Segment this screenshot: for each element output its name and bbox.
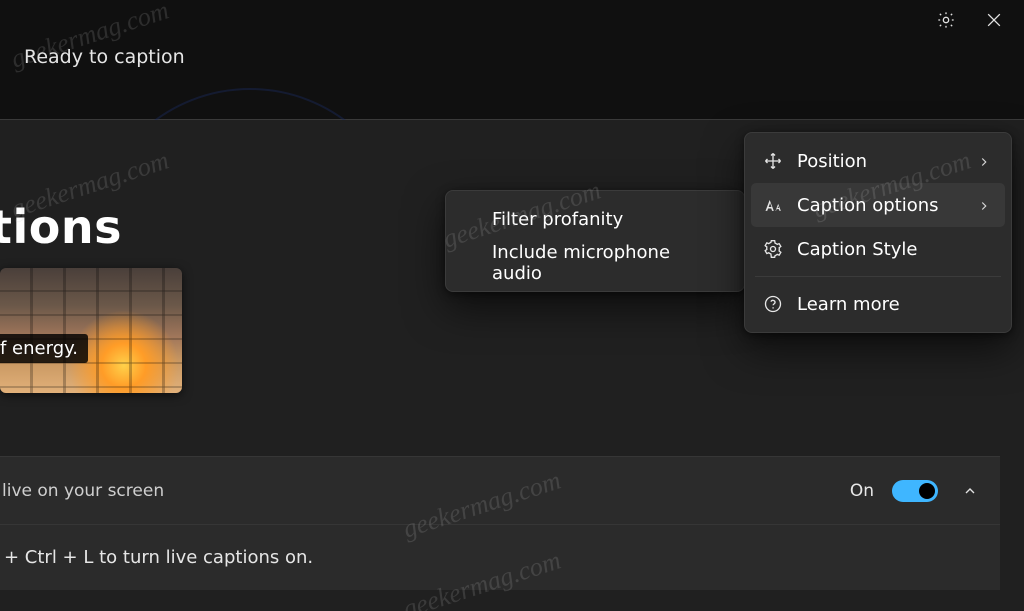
preview-thumbnail[interactable]: f energy. xyxy=(0,268,182,393)
shortcut-hint: + Ctrl + L to turn live captions on. xyxy=(0,524,1000,590)
toggle-knob xyxy=(919,483,935,499)
caption-bar-controls xyxy=(934,8,1006,32)
chevron-up-icon xyxy=(962,483,978,499)
chevron-right-icon xyxy=(977,197,993,213)
chevron-right-icon xyxy=(977,153,993,169)
live-captions-toggle[interactable] xyxy=(892,480,938,502)
flyout-item-learn-more[interactable]: Learn more xyxy=(751,282,1005,326)
flyout-item-label: Caption Style xyxy=(797,239,993,260)
close-button[interactable] xyxy=(982,8,1006,32)
captions-settings-flyout: Position Caption options Caption Style xyxy=(744,132,1012,333)
flyout-item-position[interactable]: Position xyxy=(751,139,1005,183)
caption-status: Ready to caption xyxy=(24,46,185,68)
flyout-item-label: Position xyxy=(797,151,963,172)
close-icon xyxy=(984,10,1004,30)
settings-gear-button[interactable] xyxy=(934,8,958,32)
flyout-item-caption-style[interactable]: Caption Style xyxy=(751,227,1005,271)
flyout-item-label: Caption options xyxy=(797,195,963,216)
submenu-include-microphone-audio[interactable]: Include microphone audio xyxy=(452,241,738,285)
setting-label: live on your screen xyxy=(2,481,164,501)
flyout-separator xyxy=(755,276,1001,277)
flyout-item-label: Learn more xyxy=(797,294,993,315)
live-captions-bar: Ready to caption xyxy=(0,0,1024,120)
live-captions-setting-row[interactable]: live on your screen On xyxy=(0,456,1000,524)
help-icon xyxy=(763,294,783,314)
flyout-item-caption-options[interactable]: Caption options xyxy=(751,183,1005,227)
gear-icon xyxy=(936,10,956,30)
thumbnail-caption: f energy. xyxy=(0,334,88,363)
font-size-icon xyxy=(763,195,783,215)
submenu-item-label: Filter profanity xyxy=(492,209,623,230)
toggle-state-label: On xyxy=(850,481,874,501)
page-title: tions xyxy=(0,200,122,254)
gear-icon xyxy=(763,239,783,259)
expand-button[interactable] xyxy=(960,481,980,501)
caption-options-submenu: Filter profanity Include microphone audi… xyxy=(445,190,745,292)
move-icon xyxy=(763,151,783,171)
submenu-item-label: Include microphone audio xyxy=(492,242,724,284)
submenu-filter-profanity[interactable]: Filter profanity xyxy=(452,197,738,241)
